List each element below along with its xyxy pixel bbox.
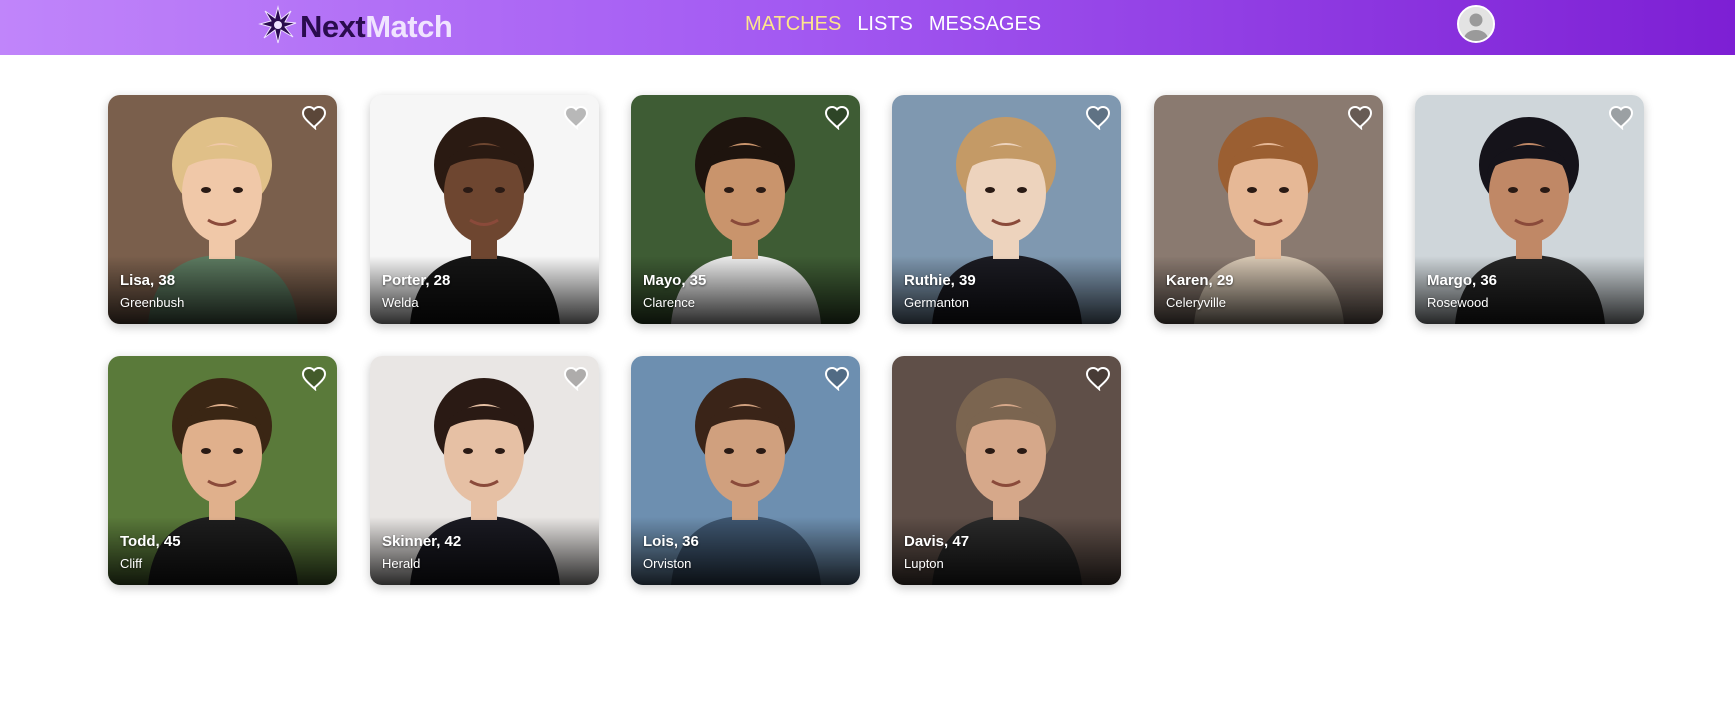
- member-card[interactable]: Lois, 36 Orviston: [631, 356, 860, 585]
- card-gradient: [892, 517, 1121, 585]
- member-city: Germanton: [904, 295, 970, 310]
- brand-name-part1: Next: [300, 9, 366, 44]
- card-gradient: [1154, 256, 1383, 324]
- top-navbar: NextMatch MATCHES LISTS MESSAGES: [0, 0, 1735, 55]
- heart-icon[interactable]: [824, 106, 850, 130]
- member-card[interactable]: Margo, 36 Rosewood: [1415, 95, 1644, 324]
- member-card[interactable]: Todd, 45 Cliff: [108, 356, 337, 585]
- nav-link-lists[interactable]: LISTS: [857, 13, 913, 36]
- member-name: Ruthie, 39: [904, 272, 976, 289]
- heart-icon[interactable]: [563, 367, 589, 391]
- member-city: Lupton: [904, 556, 944, 571]
- member-name: Todd, 45: [120, 533, 181, 550]
- user-avatar-icon[interactable]: [1457, 5, 1495, 43]
- member-name: Lois, 36: [643, 533, 699, 550]
- heart-icon[interactable]: [301, 367, 327, 391]
- card-gradient: [1415, 256, 1644, 324]
- member-city: Clarence: [643, 295, 696, 310]
- heart-icon[interactable]: [563, 106, 589, 130]
- heart-icon[interactable]: [1085, 367, 1111, 391]
- member-city: Celeryville: [1166, 295, 1226, 310]
- member-name: Lisa, 38: [120, 272, 176, 289]
- member-card[interactable]: Lisa, 38 Greenbush: [108, 95, 337, 324]
- nav-link-matches[interactable]: MATCHES: [745, 13, 841, 36]
- member-name: Karen, 29: [1166, 272, 1234, 289]
- member-card[interactable]: Mayo, 35 Clarence: [631, 95, 860, 324]
- heart-icon[interactable]: [1347, 106, 1373, 130]
- card-gradient: [631, 256, 860, 324]
- spark-logo-icon: [258, 4, 300, 50]
- member-card[interactable]: Ruthie, 39 Germanton: [892, 95, 1121, 324]
- card-gradient: [631, 517, 860, 585]
- member-card[interactable]: Karen, 29 Celeryville: [1154, 95, 1383, 324]
- member-city: Welda: [382, 295, 419, 310]
- heart-icon[interactable]: [1085, 106, 1111, 130]
- brand-name-part2: Match: [365, 9, 453, 44]
- card-gradient: [370, 517, 599, 585]
- member-name: Davis, 47: [904, 533, 970, 550]
- member-city: Greenbush: [120, 295, 185, 310]
- member-name: Mayo, 35: [643, 272, 707, 289]
- card-gradient: [108, 256, 337, 324]
- member-city: Cliff: [120, 556, 143, 571]
- card-gradient: [370, 256, 599, 324]
- member-city: Rosewood: [1427, 295, 1489, 310]
- member-name: Porter, 28: [382, 272, 451, 289]
- card-gradient: [108, 517, 337, 585]
- heart-icon[interactable]: [301, 106, 327, 130]
- card-gradient: [892, 256, 1121, 324]
- nav-link-messages[interactable]: MESSAGES: [929, 13, 1041, 36]
- brand-logo[interactable]: NextMatch: [258, 2, 453, 52]
- member-card[interactable]: Skinner, 42 Herald: [370, 356, 599, 585]
- heart-icon[interactable]: [824, 367, 850, 391]
- member-name: Margo, 36: [1427, 272, 1498, 289]
- member-name: Skinner, 42: [382, 533, 462, 550]
- member-city: Herald: [382, 556, 421, 571]
- member-card[interactable]: Davis, 47 Lupton: [892, 356, 1121, 585]
- member-card[interactable]: Porter, 28 Welda: [370, 95, 599, 324]
- heart-icon[interactable]: [1608, 106, 1634, 130]
- member-city: Orviston: [643, 556, 692, 571]
- main-nav: MATCHES LISTS MESSAGES: [745, 0, 1041, 48]
